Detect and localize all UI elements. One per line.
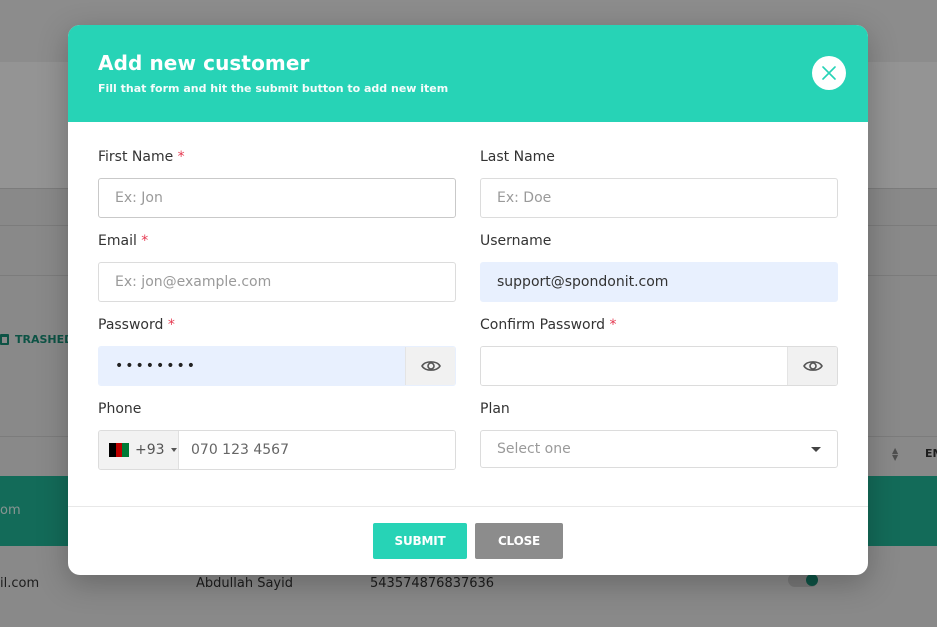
last-name-input[interactable] — [480, 178, 838, 218]
plan-field: Plan Select one — [480, 400, 838, 484]
add-customer-modal: Add new customer Fill that form and hit … — [68, 25, 868, 575]
modal-subtitle: Fill that form and hit the submit button… — [98, 82, 449, 95]
last-name-field: Last Name — [480, 148, 838, 232]
submit-button[interactable]: SUBMIT — [373, 523, 467, 559]
plan-select[interactable]: Select one — [480, 430, 838, 468]
username-field: Username — [480, 232, 838, 316]
confirm-password-input[interactable] — [481, 347, 787, 385]
plan-label: Plan — [480, 401, 510, 417]
country-code: +93 — [135, 442, 165, 458]
phone-input[interactable] — [179, 431, 455, 469]
phone-field: Phone +93 — [98, 400, 456, 484]
modal-close-button[interactable] — [812, 56, 846, 90]
confirm-password-field: Confirm Password * — [480, 316, 838, 400]
close-icon — [822, 66, 836, 80]
required-marker: * — [167, 317, 175, 333]
password-input-group — [98, 346, 456, 386]
first-name-input[interactable] — [98, 178, 456, 218]
close-button[interactable]: CLOSE — [475, 523, 563, 559]
confirm-password-input-group — [480, 346, 838, 386]
eye-icon — [420, 361, 441, 371]
modal-footer: SUBMIT CLOSE — [68, 506, 868, 575]
required-marker: * — [141, 233, 149, 249]
afghanistan-flag-icon — [109, 443, 130, 457]
phone-input-group: +93 — [98, 430, 456, 470]
username-input[interactable] — [480, 262, 838, 302]
required-marker: * — [177, 149, 185, 165]
required-marker: * — [609, 317, 617, 333]
modal-title: Add new customer — [98, 51, 310, 75]
plan-selected-value: Select one — [497, 441, 571, 457]
confirm-password-label: Confirm Password * — [480, 317, 617, 333]
username-label: Username — [480, 233, 552, 249]
chevron-down-icon — [811, 446, 821, 452]
eye-icon — [802, 361, 823, 371]
customer-form: First Name * Last Name Email * Username … — [98, 148, 838, 484]
password-input[interactable] — [99, 347, 405, 385]
first-name-label: First Name * — [98, 149, 185, 165]
modal-header: Add new customer Fill that form and hit … — [68, 25, 868, 122]
password-label: Password * — [98, 317, 175, 333]
password-field: Password * — [98, 316, 456, 400]
chevron-down-icon — [170, 448, 177, 452]
confirm-password-visibility-toggle[interactable] — [787, 347, 837, 385]
password-visibility-toggle[interactable] — [405, 347, 455, 385]
modal-body: First Name * Last Name Email * Username … — [68, 122, 868, 506]
phone-label: Phone — [98, 401, 142, 417]
email-input[interactable] — [98, 262, 456, 302]
country-code-dropdown[interactable]: +93 — [99, 431, 179, 469]
email-label: Email * — [98, 233, 149, 249]
last-name-label: Last Name — [480, 149, 555, 165]
first-name-field: First Name * — [98, 148, 456, 232]
email-field: Email * — [98, 232, 456, 316]
